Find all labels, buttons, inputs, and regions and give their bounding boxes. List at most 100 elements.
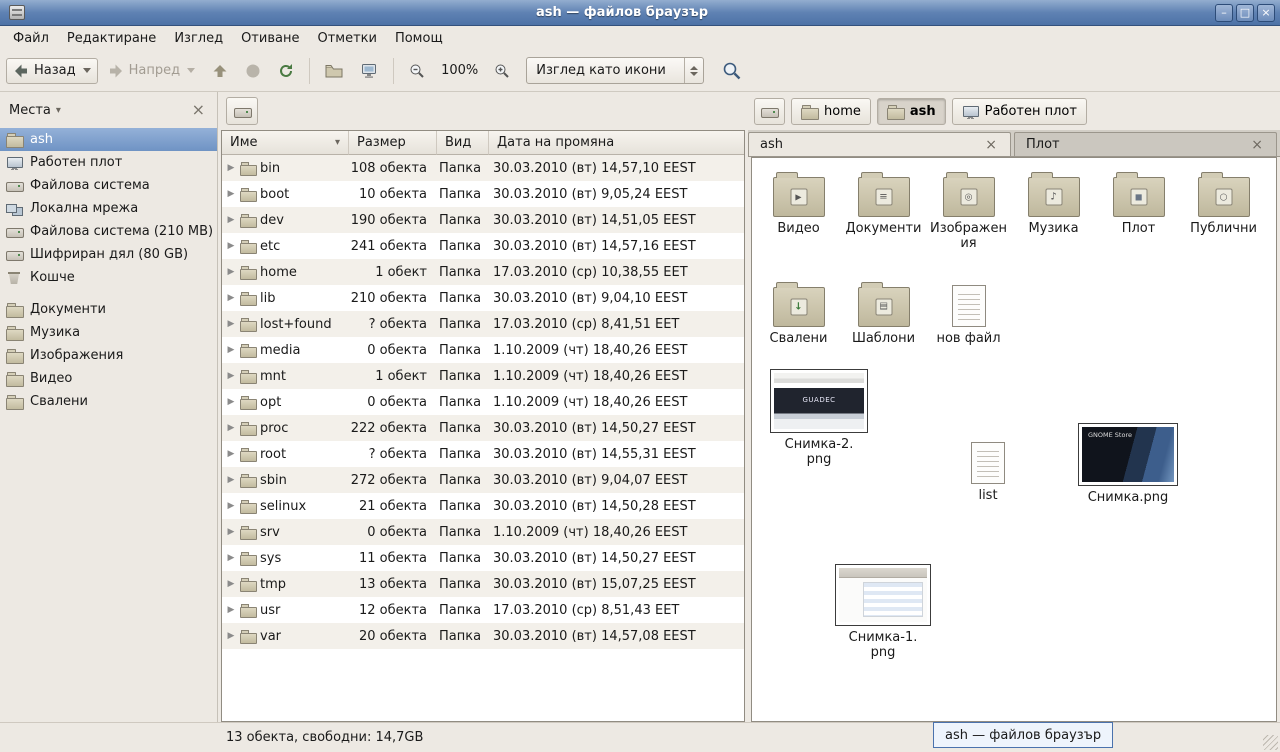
expander-icon[interactable]: ▶ — [226, 267, 236, 277]
expander-icon[interactable]: ▶ — [226, 423, 236, 433]
table-row[interactable]: ▶opt0 обектаПапка1.10.2009 (чт) 18,40,26… — [222, 389, 744, 415]
sidebar-item-4[interactable]: Файлова система (210 MB) — [0, 220, 217, 243]
menu-item-2[interactable]: Изглед — [165, 28, 232, 49]
sidebar-item-1[interactable]: Работен плот — [0, 151, 217, 174]
menu-item-3[interactable]: Отиване — [232, 28, 308, 49]
table-row[interactable]: ▶sys11 обектаПапка30.03.2010 (вт) 14,50,… — [222, 545, 744, 571]
expander-icon[interactable]: ▶ — [226, 215, 236, 225]
table-row[interactable]: ▶etc241 обектаПапка30.03.2010 (вт) 14,57… — [222, 233, 744, 259]
table-row[interactable]: ▶lib210 обектаПапка30.03.2010 (вт) 9,04,… — [222, 285, 744, 311]
table-row[interactable]: ▶root? обектаПапка30.03.2010 (вт) 14,55,… — [222, 441, 744, 467]
maximize-button[interactable]: □ — [1236, 4, 1254, 22]
table-row[interactable]: ▶mnt1 обектПапка1.10.2009 (чт) 18,40,26 … — [222, 363, 744, 389]
pathbar-button-1[interactable]: ash — [877, 98, 946, 125]
sidebar-item-2[interactable]: Файлова система — [0, 174, 217, 197]
file-item[interactable]: Плот — [1096, 168, 1181, 237]
stop-button[interactable] — [238, 58, 268, 84]
sidebar-item-10[interactable]: Изображения — [0, 344, 217, 367]
pathbar-button-0[interactable]: home — [791, 98, 871, 125]
sidebar-item-11[interactable]: Видео — [0, 367, 217, 390]
places-close-icon[interactable]: × — [189, 102, 208, 118]
expander-icon[interactable]: ▶ — [226, 501, 236, 511]
sidebar-item-9[interactable]: Музика — [0, 321, 217, 344]
menu-item-0[interactable]: Файл — [4, 28, 58, 49]
up-button[interactable] — [205, 58, 235, 84]
file-item[interactable]: Изображения — [926, 168, 1011, 252]
places-title-select[interactable]: Места ▾ — [9, 103, 189, 118]
computer-button[interactable] — [353, 58, 385, 84]
pathbar-button-2[interactable]: Работен плот — [952, 98, 1087, 125]
column-header-2[interactable]: Вид — [437, 131, 489, 155]
expander-icon[interactable]: ▶ — [226, 475, 236, 485]
table-row[interactable]: ▶proc222 обектаПапка30.03.2010 (вт) 14,5… — [222, 415, 744, 441]
column-header-3[interactable]: Дата на промяна — [489, 131, 744, 155]
minimize-button[interactable]: – — [1215, 4, 1233, 22]
tab-close-icon[interactable]: × — [983, 138, 999, 152]
sidebar-item-6[interactable]: Кошче — [0, 266, 217, 289]
menu-item-4[interactable]: Отметки — [308, 28, 385, 49]
table-row[interactable]: ▶home1 обектПапка17.03.2010 (ср) 10,38,5… — [222, 259, 744, 285]
file-item[interactable]: Видео — [756, 168, 841, 237]
menu-item-1[interactable]: Редактиране — [58, 28, 165, 49]
filesystem-root-button[interactable] — [226, 97, 258, 125]
table-row[interactable]: ▶boot10 обектаПапка30.03.2010 (вт) 9,05,… — [222, 181, 744, 207]
sidebar-item-12[interactable]: Свалени — [0, 390, 217, 413]
zoom-in-button[interactable] — [487, 58, 517, 84]
table-row[interactable]: ▶sbin272 обектаПапка30.03.2010 (вт) 9,04… — [222, 467, 744, 493]
home-button[interactable] — [318, 58, 350, 84]
back-button[interactable]: Назад — [6, 58, 98, 84]
sidebar-item-8[interactable]: Документи — [0, 298, 217, 321]
expander-icon[interactable]: ▶ — [226, 241, 236, 251]
column-header-1[interactable]: Размер — [349, 131, 437, 155]
expander-icon[interactable]: ▶ — [226, 397, 236, 407]
expander-icon[interactable]: ▶ — [226, 189, 236, 199]
file-item[interactable]: GUADECСнимка-2.png — [764, 369, 874, 468]
expander-icon[interactable]: ▶ — [226, 605, 236, 615]
sidebar-item-5[interactable]: Шифриран дял (80 GB) — [0, 243, 217, 266]
table-row[interactable]: ▶var20 обектаПапка30.03.2010 (вт) 14,57,… — [222, 623, 744, 649]
forward-button[interactable]: Напред — [101, 58, 202, 84]
expander-icon[interactable]: ▶ — [226, 293, 236, 303]
tab-1[interactable]: Плот× — [1014, 132, 1277, 156]
expander-icon[interactable]: ▶ — [226, 163, 236, 173]
column-header-0[interactable]: Име▾ — [222, 131, 349, 155]
expander-icon[interactable]: ▶ — [226, 449, 236, 459]
table-row[interactable]: ▶tmp13 обектаПапка30.03.2010 (вт) 15,07,… — [222, 571, 744, 597]
pathbar-root-button[interactable] — [754, 98, 785, 125]
expander-icon[interactable]: ▶ — [226, 371, 236, 381]
file-item[interactable]: list — [948, 435, 1028, 504]
tab-0[interactable]: ash× — [748, 132, 1011, 156]
zoom-out-button[interactable] — [402, 58, 432, 84]
view-mode-select[interactable]: Изглед като икони — [526, 57, 704, 84]
table-row[interactable]: ▶srv0 обектаПапка1.10.2009 (чт) 18,40,26… — [222, 519, 744, 545]
file-item[interactable]: Шаблони — [841, 278, 926, 347]
file-item[interactable]: GNOME StoreСнимка.png — [1073, 423, 1183, 506]
expander-icon[interactable]: ▶ — [226, 319, 236, 329]
close-button[interactable]: × — [1257, 4, 1275, 22]
table-row[interactable]: ▶bin108 обектаПапка30.03.2010 (вт) 14,57… — [222, 155, 744, 181]
back-history-dropdown-icon[interactable] — [83, 68, 91, 73]
menu-item-5[interactable]: Помощ — [386, 28, 452, 49]
search-button[interactable] — [715, 56, 749, 86]
table-row[interactable]: ▶dev190 обектаПапка30.03.2010 (вт) 14,51… — [222, 207, 744, 233]
sidebar-item-0[interactable]: ash — [0, 128, 217, 151]
sidebar-item-3[interactable]: Локална мрежа — [0, 197, 217, 220]
reload-button[interactable] — [271, 58, 301, 84]
table-row[interactable]: ▶usr12 обектаПапка17.03.2010 (ср) 8,51,4… — [222, 597, 744, 623]
expander-icon[interactable]: ▶ — [226, 579, 236, 589]
expander-icon[interactable]: ▶ — [226, 527, 236, 537]
file-item[interactable]: Свалени — [756, 278, 841, 347]
expander-icon[interactable]: ▶ — [226, 631, 236, 641]
table-row[interactable]: ▶lost+found? обектаПапка17.03.2010 (ср) … — [222, 311, 744, 337]
expander-icon[interactable]: ▶ — [226, 345, 236, 355]
file-item[interactable]: Документи — [841, 168, 926, 237]
table-row[interactable]: ▶media0 обектаПапка1.10.2009 (чт) 18,40,… — [222, 337, 744, 363]
table-row[interactable]: ▶selinux21 обектаПапка30.03.2010 (вт) 14… — [222, 493, 744, 519]
tab-close-icon[interactable]: × — [1249, 138, 1265, 152]
file-item[interactable]: нов файл — [926, 278, 1011, 347]
resize-grip[interactable] — [1263, 735, 1278, 750]
file-item[interactable]: Снимка-1.png — [828, 564, 938, 661]
file-item[interactable]: Публични — [1181, 168, 1266, 237]
file-item[interactable]: Музика — [1011, 168, 1096, 237]
title-bar[interactable]: ash — файлов браузър – □ × — [0, 0, 1280, 26]
